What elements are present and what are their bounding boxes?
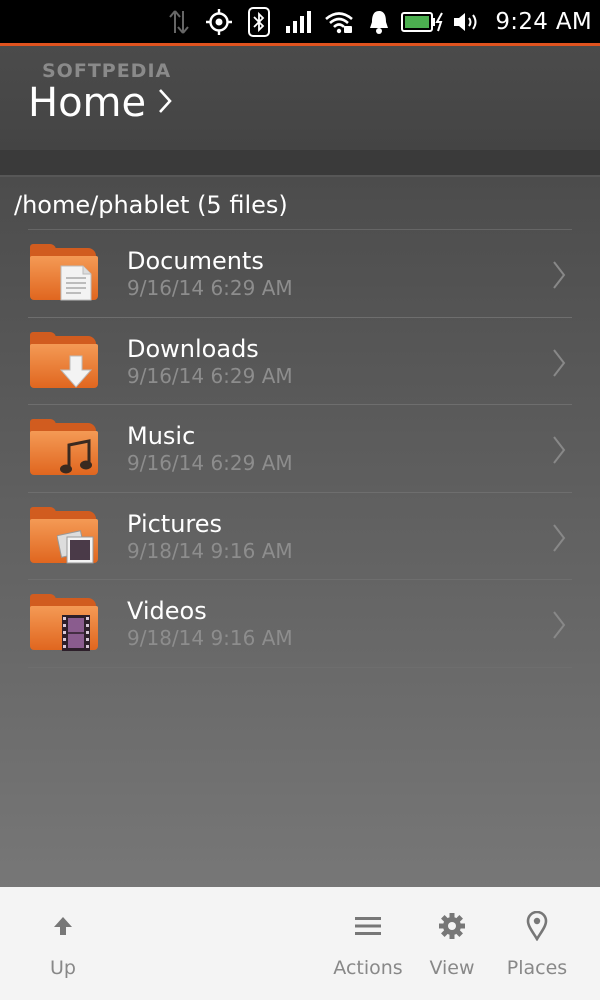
volume-icon xyxy=(447,0,487,43)
cellular-signal-icon xyxy=(279,0,319,43)
actions-button[interactable]: Actions xyxy=(330,887,406,1000)
page-title-button[interactable]: Home xyxy=(28,80,172,126)
chevron-right-icon xyxy=(552,435,572,465)
file-date: 9/16/14 6:29 AM xyxy=(127,276,293,300)
chevron-right-icon xyxy=(552,610,572,640)
chevron-right-icon xyxy=(158,88,172,118)
wifi-icon xyxy=(319,0,359,43)
battery-charging-icon xyxy=(399,0,447,43)
file-list: Documents 9/16/14 6:29 AM Downloads 9/16… xyxy=(28,229,572,668)
chevron-right-icon xyxy=(552,348,572,378)
file-row-pictures[interactable]: Pictures 9/18/14 9:16 AM xyxy=(28,493,572,580)
file-row-documents[interactable]: Documents 9/16/14 6:29 AM xyxy=(28,230,572,318)
file-name: Videos xyxy=(127,597,207,625)
notification-bell-icon xyxy=(359,0,399,43)
arrow-up-icon xyxy=(52,911,74,941)
gps-icon xyxy=(199,0,239,43)
chevron-right-icon xyxy=(552,523,572,553)
places-label: Places xyxy=(506,957,568,979)
view-button[interactable]: View xyxy=(424,887,480,1000)
file-date: 9/18/14 9:16 AM xyxy=(127,538,293,563)
status-clock: 9:24 AM xyxy=(495,8,592,35)
actions-label: Actions xyxy=(333,957,403,979)
menu-icon xyxy=(354,911,382,941)
status-bar: 9:24 AM xyxy=(0,0,600,43)
header-divider xyxy=(0,150,600,177)
file-name: Downloads xyxy=(127,334,259,363)
watermark: SOFTPEDIA xyxy=(42,60,172,82)
location-pin-icon xyxy=(526,911,548,941)
file-name: Pictures xyxy=(127,509,223,538)
up-button[interactable]: Up xyxy=(38,887,88,1000)
current-path: /home/phablet (5 files) xyxy=(14,191,288,219)
file-date: 9/18/14 9:16 AM xyxy=(127,626,293,650)
file-date: 9/16/14 6:29 AM xyxy=(127,363,293,388)
file-name: Documents xyxy=(127,247,264,275)
places-button[interactable]: Places xyxy=(504,887,570,1000)
folder-documents-icon xyxy=(30,244,98,302)
file-name: Music xyxy=(127,422,196,450)
folder-music-icon xyxy=(30,419,98,477)
app-header: SOFTPEDIA Home xyxy=(0,46,600,150)
bluetooth-icon xyxy=(239,0,279,43)
file-row-downloads[interactable]: Downloads 9/16/14 6:29 AM xyxy=(28,318,572,405)
up-label: Up xyxy=(50,957,76,979)
folder-videos-icon xyxy=(30,594,98,652)
page-title: Home xyxy=(28,80,147,126)
folder-pictures-icon xyxy=(30,506,98,565)
file-browser: /home/phablet (5 files) Documents 9/16/1… xyxy=(0,177,600,887)
bottom-toolbar: Up Actions View Places xyxy=(0,887,600,1000)
chevron-right-icon xyxy=(552,260,572,290)
data-transfer-icon xyxy=(159,0,199,43)
file-date: 9/16/14 6:29 AM xyxy=(127,451,293,475)
view-label: View xyxy=(429,957,475,979)
folder-downloads-icon xyxy=(30,331,98,390)
file-row-music[interactable]: Music 9/16/14 6:29 AM xyxy=(28,405,572,493)
file-row-videos[interactable]: Videos 9/18/14 9:16 AM xyxy=(28,580,572,668)
gear-icon xyxy=(438,911,466,941)
